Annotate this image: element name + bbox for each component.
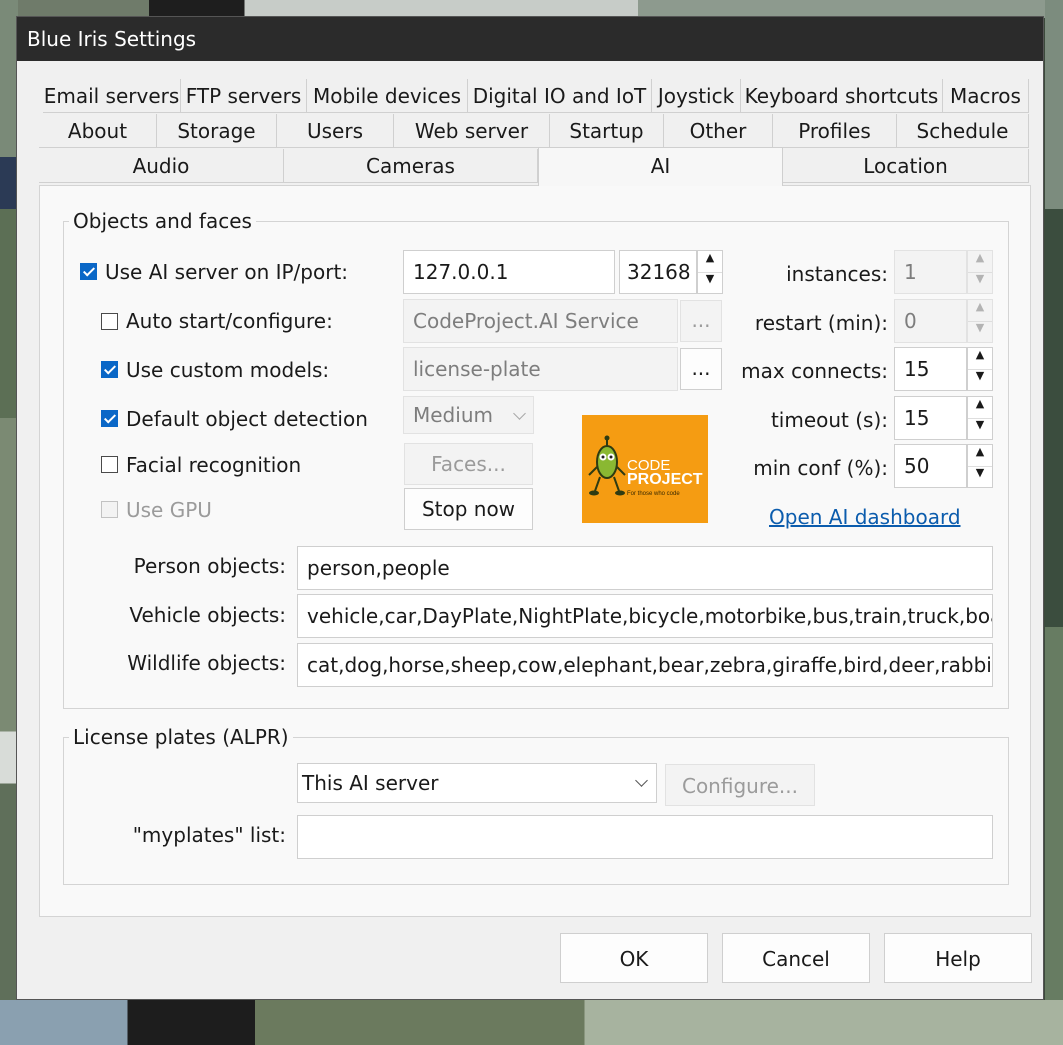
open-ai-dashboard-link[interactable]: Open AI dashboard <box>769 505 961 529</box>
min-conf-input[interactable]: 50 <box>894 444 967 488</box>
vehicle-objects-label: Vehicle objects: <box>129 603 286 627</box>
cancel-button[interactable]: Cancel <box>722 933 870 983</box>
restart-up-icon: ▲ <box>968 300 992 322</box>
tab-users[interactable]: Users <box>277 114 394 148</box>
tab-macros[interactable]: Macros <box>943 79 1029 113</box>
logo-tagline: For those who code <box>627 491 680 497</box>
tab-ai[interactable]: AI <box>538 147 783 186</box>
instances-label: instances: <box>786 262 888 286</box>
instances-down-icon: ▼ <box>975 272 985 285</box>
tab-schedule[interactable]: Schedule <box>897 114 1029 148</box>
tab-mobile-devices[interactable]: Mobile devices <box>307 79 468 113</box>
max-connects-up-icon[interactable]: ▲ <box>968 348 992 370</box>
custom-models-field: license-plate <box>403 347 678 391</box>
custom-models-browse-button[interactable]: ... <box>680 348 722 390</box>
desktop-background-right <box>1045 0 1063 1045</box>
tab-location[interactable]: Location <box>783 149 1029 183</box>
timeout-down-icon[interactable]: ▼ <box>968 418 992 439</box>
instances-up-icon: ▲ <box>968 251 992 273</box>
tab-audio[interactable]: Audio <box>39 149 284 183</box>
person-objects-input[interactable]: person,people <box>297 546 993 590</box>
default-detection-label: Default object detection <box>126 407 368 431</box>
max-connects-input[interactable]: 15 <box>894 347 967 391</box>
tab-startup[interactable]: Startup <box>550 114 664 148</box>
auto-start-label: Auto start/configure: <box>126 309 333 333</box>
logo-brand-line2: PROJECT <box>627 471 703 488</box>
tab-web-server[interactable]: Web server <box>394 114 550 148</box>
settings-window: Blue Iris Settings Email servers FTP ser… <box>16 16 1044 1000</box>
configure-button[interactable]: Configure... <box>665 764 815 806</box>
auto-start-checkbox[interactable] <box>101 313 118 330</box>
facial-recognition-checkbox[interactable] <box>101 456 118 473</box>
person-objects-label: Person objects: <box>133 554 286 578</box>
tab-digital-io[interactable]: Digital IO and IoT <box>468 79 652 113</box>
wildlife-objects-label: Wildlife objects: <box>127 651 286 675</box>
port-up-icon[interactable]: ▲ <box>698 251 722 273</box>
tab-profiles[interactable]: Profiles <box>773 114 897 148</box>
tab-other[interactable]: Other <box>664 114 773 148</box>
port-spinner[interactable]: ▲ ▼ <box>697 250 723 294</box>
myplates-input[interactable] <box>297 815 993 859</box>
timeout-input[interactable]: 15 <box>894 396 967 440</box>
tab-about[interactable]: About <box>39 114 157 148</box>
custom-models-checkbox[interactable] <box>101 361 118 378</box>
wildlife-objects-input[interactable]: cat,dog,horse,sheep,cow,elephant,bear,ze… <box>297 643 993 687</box>
min-conf-up-icon[interactable]: ▲ <box>968 445 992 467</box>
tab-email-servers[interactable]: Email servers <box>43 79 181 113</box>
timeout-label: timeout (s): <box>770 408 888 432</box>
port-down-icon[interactable]: ▼ <box>698 272 722 293</box>
faces-button[interactable]: Faces... <box>404 443 533 485</box>
min-conf-spinner[interactable]: ▲ ▼ <box>967 444 993 488</box>
timeout-spinner[interactable]: ▲ ▼ <box>967 396 993 440</box>
window-title: Blue Iris Settings <box>27 27 197 51</box>
help-button[interactable]: Help <box>884 933 1032 983</box>
tab-cameras[interactable]: Cameras <box>284 149 538 183</box>
use-gpu-label: Use GPU <box>126 498 212 522</box>
max-connects-down-icon[interactable]: ▼ <box>968 369 992 390</box>
timeout-up-icon[interactable]: ▲ <box>968 397 992 419</box>
instances-input: 1 <box>894 250 967 294</box>
codeproject-logo: CODE PROJECT For those who code <box>582 415 708 523</box>
objects-faces-title: Objects and faces <box>69 209 256 233</box>
title-bar[interactable]: Blue Iris Settings <box>17 17 1043 61</box>
use-gpu-checkbox[interactable] <box>101 501 118 518</box>
ai-service-field: CodeProject.AI Service <box>403 299 678 343</box>
myplates-label: "myplates" list: <box>132 823 286 847</box>
min-conf-down-icon[interactable]: ▼ <box>968 466 992 487</box>
facial-recognition-label: Facial recognition <box>126 453 302 477</box>
max-connects-spinner[interactable]: ▲ ▼ <box>967 347 993 391</box>
ip-address-input[interactable]: 127.0.0.1 <box>403 250 615 294</box>
auto-start-browse-button[interactable]: ... <box>680 300 722 342</box>
restart-input: 0 <box>894 299 967 343</box>
tab-keyboard-shortcuts[interactable]: Keyboard shortcuts <box>741 79 943 113</box>
tab-joystick[interactable]: Joystick <box>652 79 741 113</box>
ok-button[interactable]: OK <box>560 933 708 983</box>
use-ai-server-checkbox[interactable] <box>80 263 97 280</box>
vehicle-objects-input[interactable]: vehicle,car,DayPlate,NightPlate,bicycle,… <box>297 594 993 638</box>
tab-storage[interactable]: Storage <box>157 114 277 148</box>
restart-down-icon: ▼ <box>975 321 985 334</box>
custom-models-label: Use custom models: <box>126 358 330 382</box>
use-ai-server-label: Use AI server on IP/port: <box>105 260 349 284</box>
alpr-title: License plates (ALPR) <box>69 725 293 749</box>
restart-spinner: ▲ ▼ <box>967 299 993 343</box>
min-conf-label: min conf (%): <box>753 456 888 480</box>
default-detection-checkbox[interactable] <box>101 410 118 427</box>
desktop-background-bottom <box>0 1000 1063 1045</box>
instances-spinner: ▲ ▼ <box>967 250 993 294</box>
port-input[interactable]: 32168 <box>619 250 697 294</box>
alpr-group <box>63 737 1009 885</box>
tab-ftp-servers[interactable]: FTP servers <box>181 79 307 113</box>
alpr-server-select[interactable]: This AI server <box>297 763 657 803</box>
max-connects-label: max connects: <box>741 359 888 383</box>
restart-label: restart (min): <box>754 311 888 335</box>
stop-now-button[interactable]: Stop now <box>404 488 533 530</box>
